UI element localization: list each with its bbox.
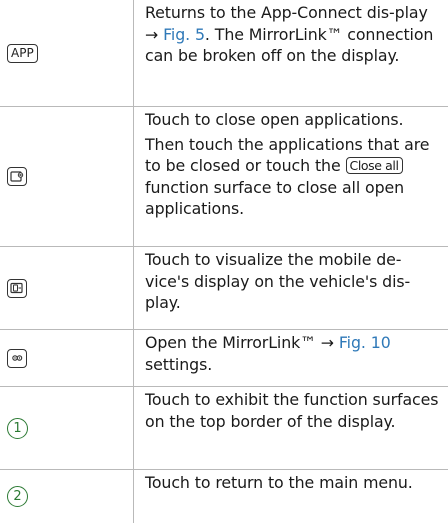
fig-10-link[interactable]: Fig. 10 [339, 333, 391, 352]
fig-5-link[interactable]: Fig. 5 [163, 25, 205, 44]
close-apps-icon [7, 167, 27, 186]
desc-text: Returns to the App-Connect dis-play [145, 3, 428, 22]
legend-row-marker-2: 2 Touch to return to the main menu. [0, 470, 448, 523]
symbol-cell [0, 330, 134, 386]
arrow-icon: → [320, 333, 334, 352]
symbol-cell: 2 [0, 470, 134, 523]
desc-text: Touch to exhibit the function surfaces o… [145, 390, 439, 431]
description-cell: Returns to the App-Connect dis-play → Fi… [134, 0, 448, 106]
desc-text: Open the MirrorLink™ [145, 333, 321, 352]
description-cell: Touch to close open applications. Then t… [134, 107, 448, 246]
marker-2-icon: 2 [7, 486, 28, 507]
desc-text: Touch to visualize the mobile de-vice's … [145, 250, 411, 312]
symbol-cell: APP [0, 0, 134, 106]
legend-row-settings: Open the MirrorLink™ → Fig. 10 settings. [0, 330, 448, 387]
visualize-display-icon [7, 278, 27, 298]
legend-row-app: APP Returns to the App-Connect dis-play … [0, 0, 448, 107]
arrow-icon: → [145, 24, 159, 44]
desc-text: Touch to return to the main menu. [145, 473, 413, 492]
description-cell: Open the MirrorLink™ → Fig. 10 settings. [134, 330, 448, 386]
description-cell: Touch to exhibit the function surfaces o… [134, 387, 448, 469]
symbol-cell: 1 [0, 387, 134, 469]
symbol-cell [0, 107, 134, 246]
close-all-button[interactable]: Close all [345, 157, 403, 174]
legend-row-visualize: Touch to visualize the mobile de-vice's … [0, 247, 448, 330]
legend-table: APP Returns to the App-Connect dis-play … [0, 0, 448, 523]
desc-text: settings. [145, 354, 213, 374]
settings-icon [7, 348, 27, 368]
desc-text: Touch to close open applications. [145, 110, 404, 129]
symbol-cell [0, 247, 134, 329]
legend-row-close-apps: Touch to close open applications. Then t… [0, 107, 448, 247]
legend-row-marker-1: 1 Touch to exhibit the function surfaces… [0, 387, 448, 470]
app-key: APP [7, 43, 38, 63]
marker-1-icon: 1 [7, 417, 28, 439]
description-cell: Touch to visualize the mobile de-vice's … [134, 247, 448, 329]
description-cell: Touch to return to the main menu. [134, 470, 448, 523]
desc-text: function surface to close all open appli… [145, 177, 405, 219]
